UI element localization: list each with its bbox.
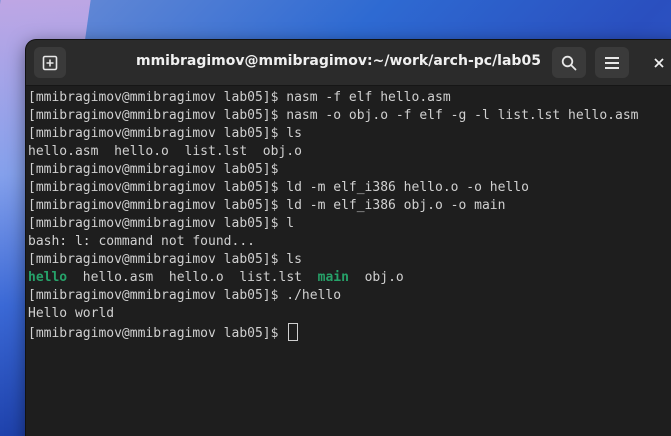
ls-gap (349, 270, 365, 285)
new-tab-icon (42, 55, 58, 70)
ls-entry-hello-asm: hello.asm (82, 270, 154, 285)
terminal-line: [mmibragimov@mmibragimov lab05]$ l (28, 216, 295, 231)
ls-entry-hello: hello (28, 270, 68, 285)
close-button[interactable] (646, 47, 671, 78)
terminal-window: mmibragimov@mmibragimov:~/work/arch-pc/l… (26, 40, 671, 436)
terminal-line: [mmibragimov@mmibragimov lab05]$ ls (28, 126, 302, 141)
terminal-line: Hello world (28, 306, 115, 321)
prompt-line[interactable]: [mmibragimov@mmibragimov lab05]$ (28, 323, 671, 341)
terminal-line: [mmibragimov@mmibragimov lab05]$ ld -m e… (28, 198, 506, 213)
terminal-line: [mmibragimov@mmibragimov lab05]$ nasm -o… (28, 108, 639, 123)
close-icon (654, 57, 664, 68)
terminal-line: [mmibragimov@mmibragimov lab05]$ ld -m e… (28, 180, 529, 195)
ls-entry-hello-o: hello.o (168, 270, 224, 285)
title-bar: mmibragimov@mmibragimov:~/work/arch-pc/l… (26, 40, 671, 86)
ls-gap (224, 270, 240, 285)
ls-gap (67, 270, 83, 285)
terminal-line: hello.asm hello.o list.lst obj.o (28, 144, 302, 159)
hamburger-menu-icon (605, 56, 619, 69)
search-button[interactable] (552, 47, 586, 78)
menu-button[interactable] (595, 47, 629, 78)
text-cursor (288, 323, 299, 341)
search-icon (561, 55, 577, 70)
ls-gap (302, 270, 318, 285)
ls-gap (153, 270, 169, 285)
terminal-output[interactable]: [mmibragimov@mmibragimov lab05]$ nasm -f… (28, 87, 671, 436)
terminal-line: [mmibragimov@mmibragimov lab05]$ (28, 162, 279, 177)
ls-entry-main: main (317, 270, 349, 285)
terminal-line: [mmibragimov@mmibragimov lab05]$ nasm -f… (28, 90, 451, 105)
ls-output-line: hello hello.asm hello.o list.lst main ob… (28, 269, 671, 287)
shell-prompt: [mmibragimov@mmibragimov lab05]$ (28, 326, 287, 341)
terminal-line: bash: l: command not found... (28, 234, 255, 249)
terminal-line: [mmibragimov@mmibragimov lab05]$ ls (28, 252, 302, 267)
window-title: mmibragimov@mmibragimov:~/work/arch-pc/l… (136, 53, 541, 69)
new-tab-button[interactable] (34, 47, 66, 78)
ls-entry-obj-o: obj.o (364, 270, 404, 285)
ls-entry-list-lst: list.lst (239, 270, 302, 285)
terminal-line: [mmibragimov@mmibragimov lab05]$ ./hello (28, 288, 342, 303)
